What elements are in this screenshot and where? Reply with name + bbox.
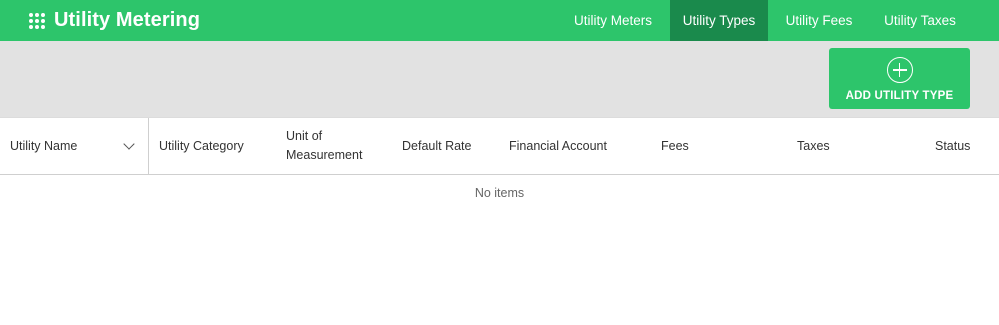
chevron-down-icon[interactable]: [123, 138, 135, 150]
column-header-unit-of-measurement[interactable]: Unit of Measurement: [286, 118, 376, 174]
column-header-utility-category[interactable]: Utility Category: [159, 118, 244, 174]
column-header-default-rate[interactable]: Default Rate: [402, 118, 471, 174]
app-header: Utility Metering Utility Meters Utility …: [0, 0, 999, 41]
add-utility-type-label: ADD UTILITY TYPE: [845, 90, 954, 102]
top-nav: Utility Meters Utility Types Utility Fee…: [556, 0, 999, 41]
column-header-utility-name[interactable]: Utility Name: [0, 118, 149, 174]
app-title: Utility Metering: [54, 9, 201, 31]
tab-utility-meters[interactable]: Utility Meters: [556, 0, 670, 41]
column-header-status[interactable]: Status: [935, 118, 970, 174]
app-launcher[interactable]: Utility Metering: [29, 9, 200, 32]
column-label: Utility Category: [159, 138, 244, 153]
column-label: Default Rate: [402, 138, 472, 153]
table-header: Utility Name Utility Category Unit of Me…: [0, 117, 999, 175]
action-bar: ADD UTILITY TYPE: [0, 41, 999, 117]
add-utility-type-button[interactable]: ADD UTILITY TYPE: [829, 48, 970, 109]
plus-circle-icon: [886, 57, 913, 83]
column-label: Status: [935, 138, 971, 153]
column-header-taxes[interactable]: Taxes: [797, 118, 830, 174]
tab-utility-types[interactable]: Utility Types: [670, 0, 768, 41]
column-label: Fees: [661, 138, 689, 153]
column-label: Taxes: [797, 138, 830, 153]
column-header-financial-account[interactable]: Financial Account: [509, 118, 607, 174]
column-label: Utility Name: [10, 138, 78, 153]
empty-state-message: No items: [474, 186, 525, 200]
column-label: Unit of Measurement: [286, 129, 363, 162]
column-header-fees[interactable]: Fees: [661, 118, 689, 174]
column-label: Financial Account: [509, 138, 607, 153]
tab-utility-fees[interactable]: Utility Fees: [768, 0, 870, 41]
grid-menu-icon[interactable]: [29, 12, 45, 29]
tab-utility-taxes[interactable]: Utility Taxes: [870, 0, 970, 41]
